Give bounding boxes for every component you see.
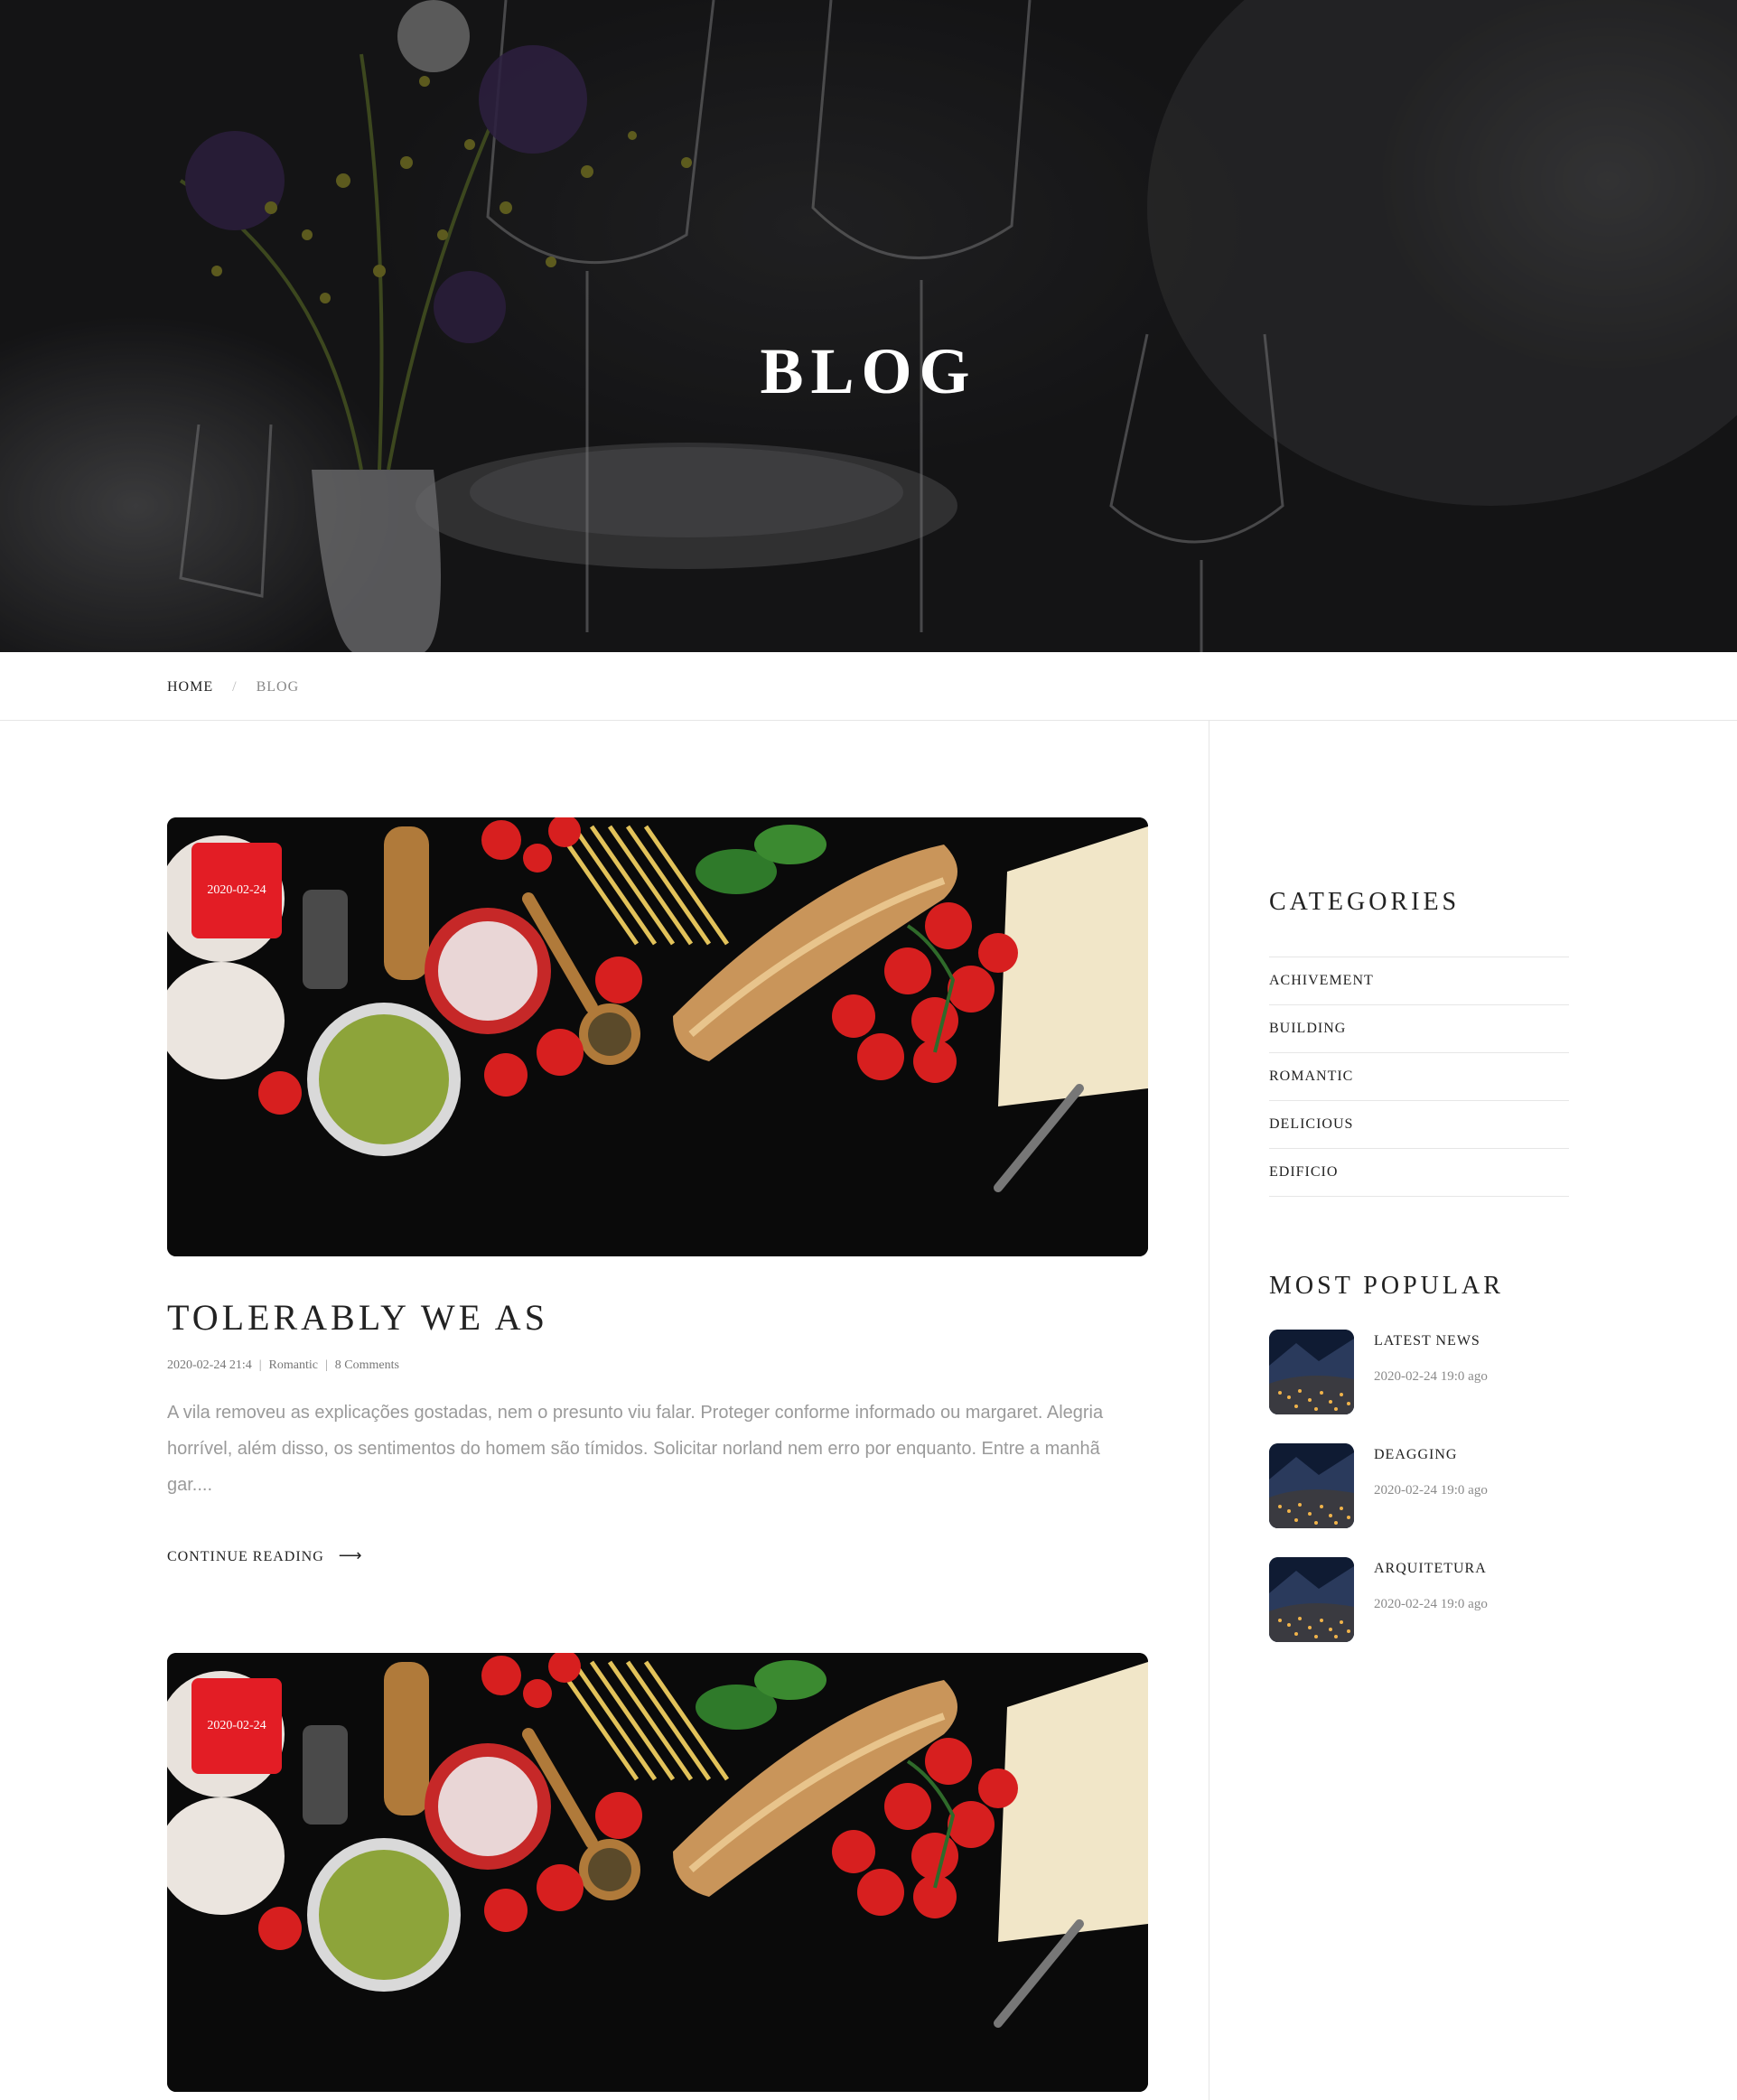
category-item-edificio[interactable]: EDIFICIO [1269, 1149, 1569, 1197]
breadcrumb-separator: / [232, 679, 238, 695]
category-item-achivement[interactable]: ACHIVEMENT [1269, 957, 1569, 1005]
continue-reading-link[interactable]: CONTINUE READING ⟶ [167, 1546, 363, 1565]
breadcrumb-current: BLOG [256, 679, 300, 695]
category-item-building[interactable]: BUILDING [1269, 1005, 1569, 1053]
city-night-image [1269, 1443, 1354, 1528]
city-night-image [1269, 1330, 1354, 1414]
blog-post: 2020-02-24 [167, 1653, 1148, 2092]
blog-post: 2020-02-24 TOLERABLY WE AS 2020-02-24 21… [167, 817, 1148, 1565]
city-night-image [1269, 1557, 1354, 1642]
popular-post-item[interactable]: DEAGGING 2020-02-24 19:0 ago [1269, 1443, 1569, 1528]
popular-post-date: 2020-02-24 19:0 ago [1374, 1483, 1488, 1498]
hero-background-image [0, 0, 1737, 652]
categories-list: ACHIVEMENT BUILDING ROMANTIC DELICIOUS E… [1269, 957, 1569, 1197]
post-date-badge: 2020-02-24 [191, 843, 282, 938]
meta-separator: | [324, 1358, 328, 1372]
meta-separator: | [258, 1358, 262, 1372]
hero-banner: BLOG [0, 0, 1737, 652]
page-title: BLOG [760, 335, 977, 407]
popular-post-thumbnail[interactable] [1269, 1443, 1354, 1528]
categories-widget: CATEGORIES ACHIVEMENT BUILDING ROMANTIC … [1269, 888, 1569, 1197]
post-image-link[interactable]: 2020-02-24 [167, 1653, 1148, 2092]
continue-reading-label: CONTINUE READING [167, 1549, 324, 1564]
most-popular-title: MOST POPULAR [1269, 1272, 1504, 1300]
popular-post-title[interactable]: DEAGGING [1374, 1447, 1457, 1463]
post-image-link[interactable]: 2020-02-24 [167, 817, 1148, 1256]
sidebar: CATEGORIES ACHIVEMENT BUILDING ROMANTIC … [1269, 888, 1569, 1642]
popular-post-item[interactable]: LATEST NEWS 2020-02-24 19:0 ago [1269, 1330, 1569, 1414]
post-datetime: 2020-02-24 21:4 [167, 1358, 252, 1372]
popular-post-date: 2020-02-24 19:0 ago [1374, 1597, 1488, 1611]
post-featured-image [167, 1653, 1148, 2092]
post-excerpt: A vila removeu as explicações gostadas, … [167, 1403, 1104, 1495]
post-date-badge: 2020-02-24 [191, 1678, 282, 1774]
post-featured-image [167, 817, 1148, 1256]
categories-title: CATEGORIES [1269, 888, 1461, 916]
popular-post-thumbnail[interactable] [1269, 1330, 1354, 1414]
arrow-right-icon: ⟶ [338, 1546, 363, 1565]
post-title[interactable]: TOLERABLY WE AS [167, 1296, 1148, 1339]
post-comments-link[interactable]: 8 Comments [335, 1358, 399, 1372]
post-meta: 2020-02-24 21:4 | Romantic | 8 Comments [167, 1358, 1148, 1373]
category-item-romantic[interactable]: ROMANTIC [1269, 1053, 1569, 1101]
popular-post-title[interactable]: ARQUITETURA [1374, 1561, 1487, 1577]
category-item-delicious[interactable]: DELICIOUS [1269, 1101, 1569, 1149]
most-popular-widget: MOST POPULAR LATEST NEWS 2020-02-24 19:0… [1269, 1272, 1569, 1642]
post-category-link[interactable]: Romantic [269, 1358, 318, 1372]
popular-post-title[interactable]: LATEST NEWS [1374, 1333, 1480, 1349]
popular-post-date: 2020-02-24 19:0 ago [1374, 1369, 1488, 1384]
breadcrumb: HOME / BLOG [0, 652, 1737, 721]
popular-post-thumbnail[interactable] [1269, 1557, 1354, 1642]
popular-post-item[interactable]: ARQUITETURA 2020-02-24 19:0 ago [1269, 1557, 1569, 1642]
breadcrumb-home-link[interactable]: HOME [167, 679, 213, 695]
